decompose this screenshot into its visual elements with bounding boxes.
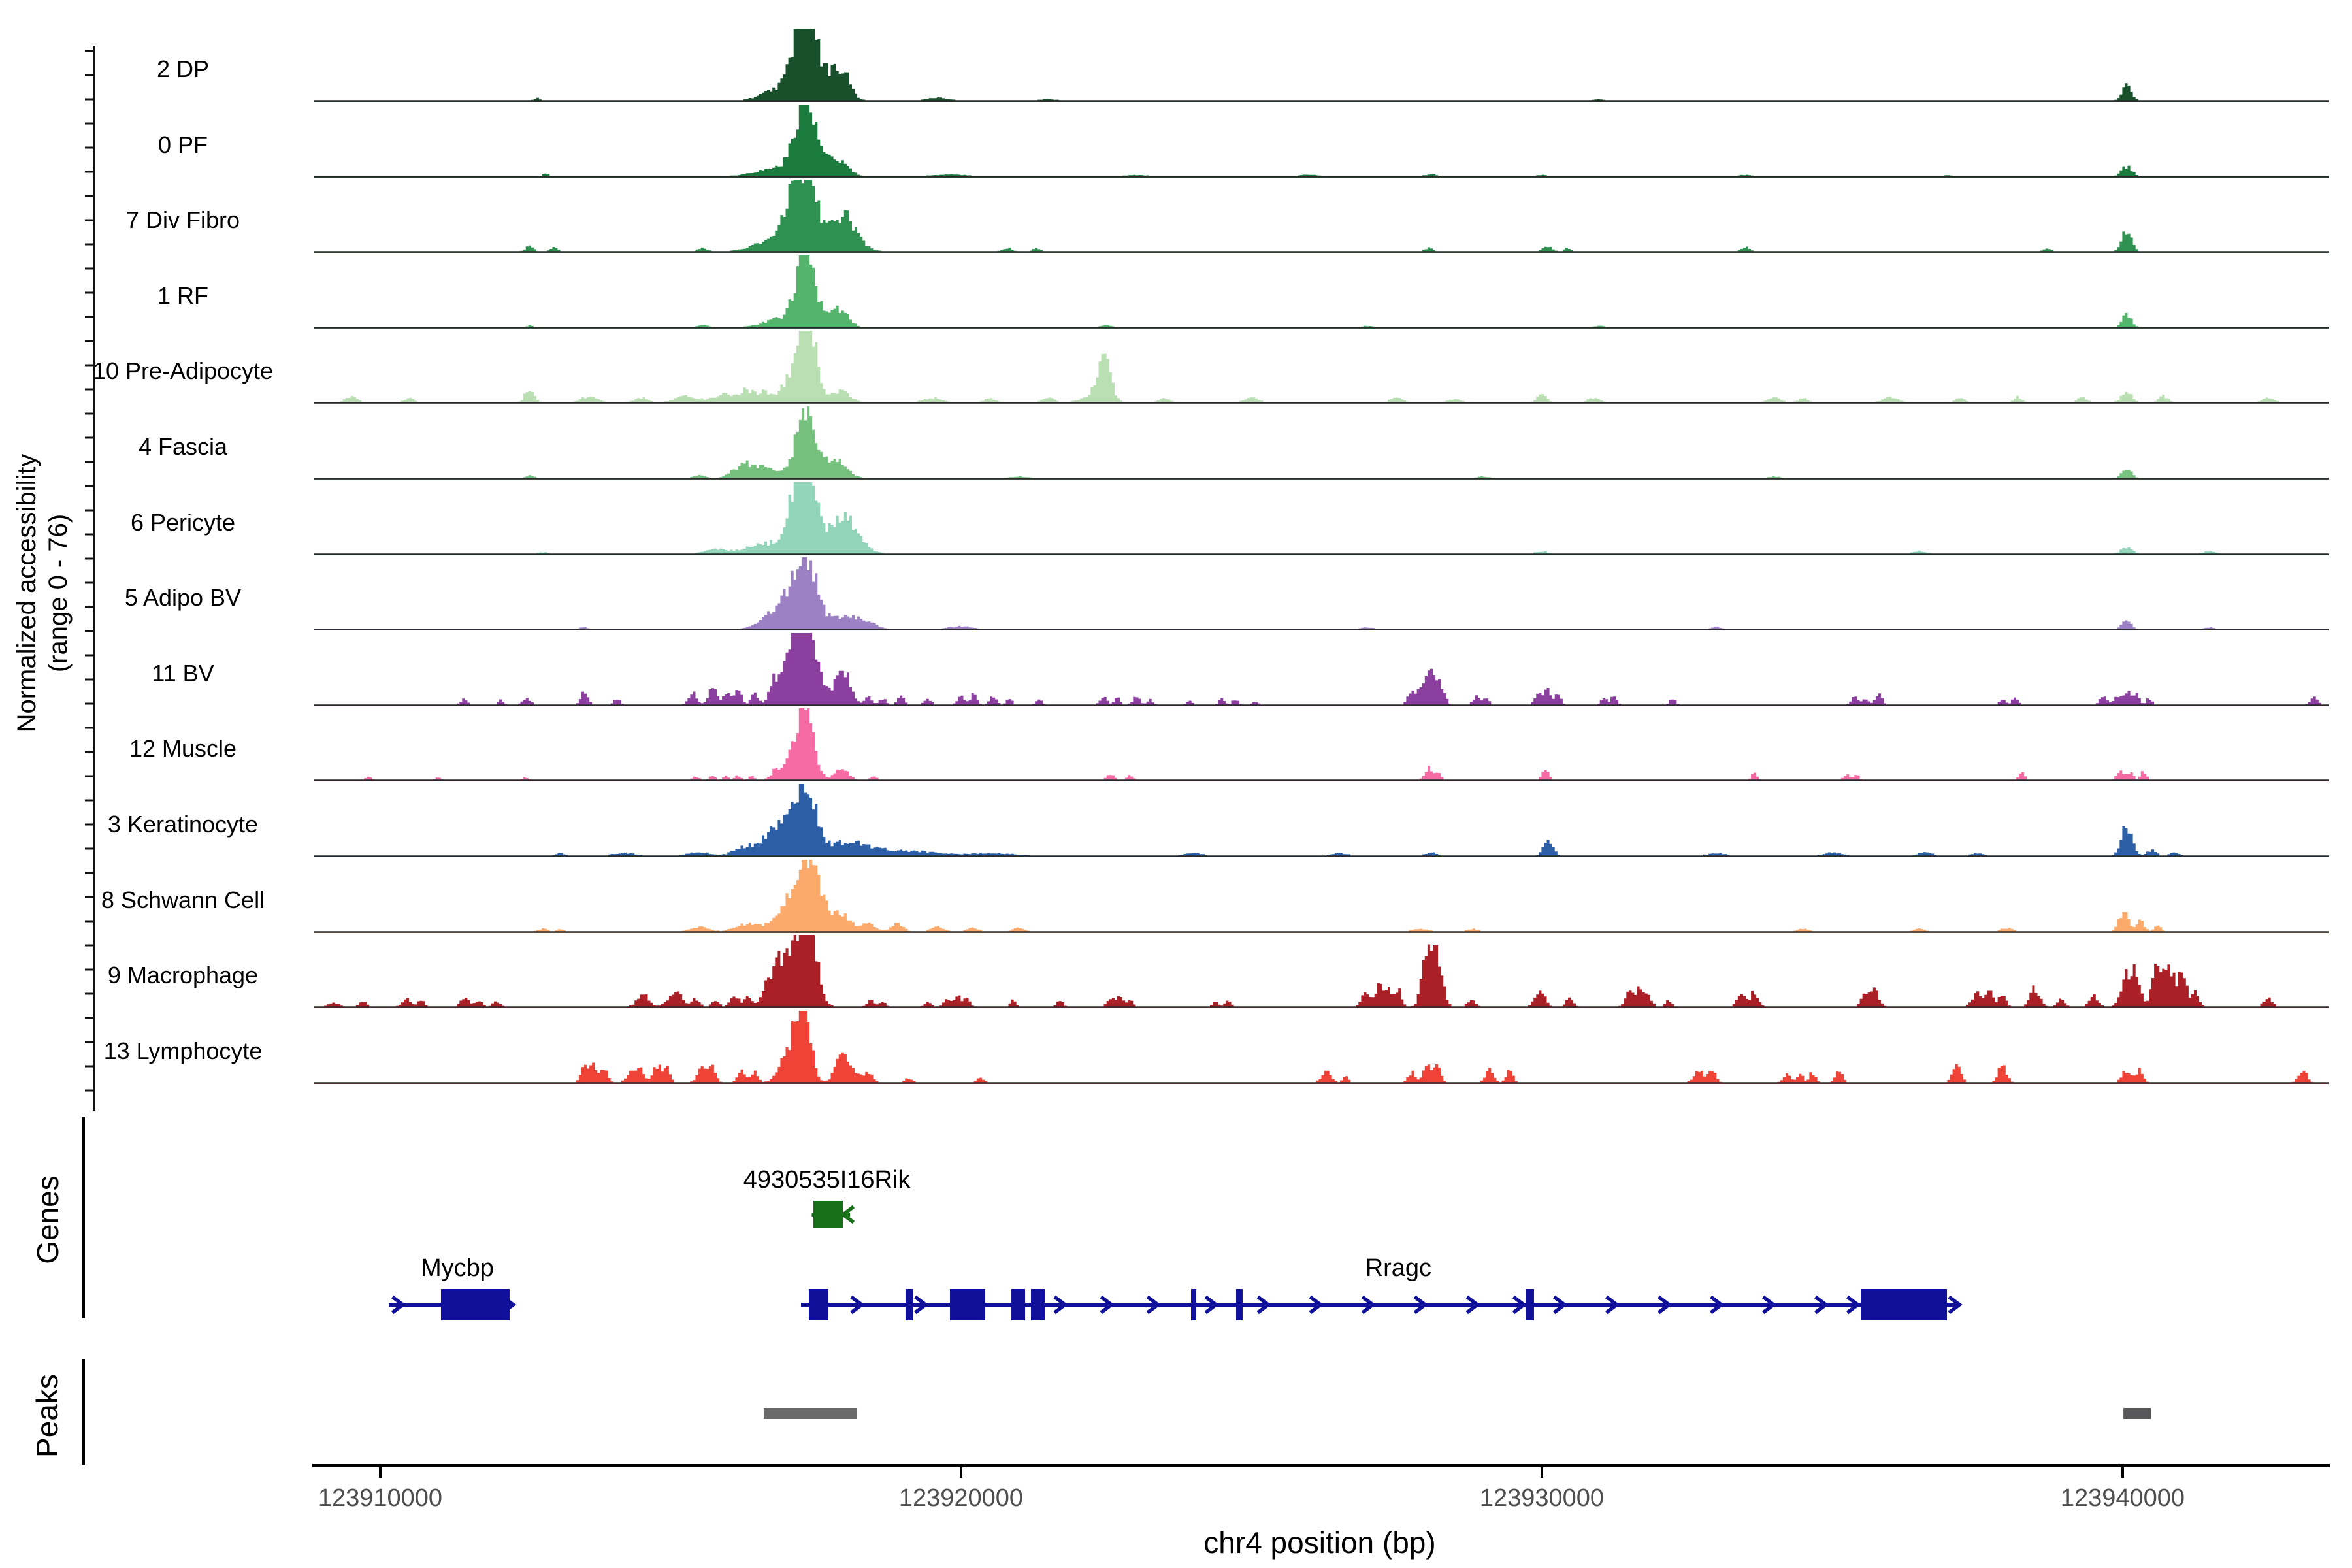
track-label: 7 Div Fibro — [65, 207, 301, 233]
track-label: 5 Adipo BV — [65, 585, 301, 611]
peak-regions — [314, 1398, 2329, 1435]
track-label: 6 Pericyte — [65, 510, 301, 536]
coverage-track — [314, 480, 2329, 555]
tracks-axis-ruler — [78, 39, 95, 1117]
track-label: 0 PF — [65, 132, 301, 158]
coverage-track — [314, 932, 2329, 1008]
track-label: 2 DP — [65, 56, 301, 82]
gene-exon — [1236, 1289, 1243, 1320]
x-axis-line — [312, 1464, 2330, 1467]
peak-region-bar — [764, 1408, 857, 1419]
track-label: 4 Fascia — [65, 434, 301, 460]
gene-exon — [813, 1201, 843, 1228]
genes-bracket — [82, 1117, 85, 1318]
x-axis-tick — [2121, 1467, 2124, 1478]
x-axis-tick — [379, 1467, 382, 1478]
y-axis-title-line1: Normalized accessibility — [11, 299, 42, 887]
gene-exon — [1526, 1289, 1534, 1320]
gene-exon — [809, 1289, 828, 1320]
coverage-track — [314, 177, 2329, 253]
track-label: 12 Muscle — [65, 736, 301, 762]
peak-region-bar — [2123, 1408, 2151, 1419]
gene-exon — [1011, 1289, 1025, 1320]
track-label: 9 Macrophage — [65, 962, 301, 988]
gene-exon — [1031, 1289, 1045, 1320]
coverage-track — [314, 253, 2329, 329]
gene-exon — [950, 1289, 985, 1320]
coverage-track — [314, 102, 2329, 178]
coverage-track — [314, 1008, 2329, 1084]
x-axis-tick-label: 123940000 — [2025, 1484, 2221, 1512]
genes-section-label: Genes — [30, 1148, 65, 1292]
coverage-track — [314, 630, 2329, 706]
x-axis-title: chr4 position (bp) — [1124, 1525, 1516, 1560]
coverage-track — [314, 328, 2329, 404]
gene-models: Mycbp 4930535I16Rik Rragc — [314, 1111, 2329, 1372]
x-axis-tick — [1541, 1467, 1543, 1478]
coverage-track — [314, 404, 2329, 480]
gene-name-label: Mycbp — [421, 1254, 494, 1282]
track-label: 11 BV — [65, 661, 301, 687]
gene-exon — [1861, 1289, 1947, 1320]
x-axis-tick-label: 123930000 — [1444, 1484, 1640, 1512]
track-label: 10 Pre-Adipocyte — [65, 358, 301, 384]
track-label: 8 Schwann Cell — [65, 887, 301, 913]
gene-exon — [441, 1289, 510, 1320]
peaks-bracket — [82, 1359, 85, 1465]
coverage-track — [314, 555, 2329, 630]
coverage-plot: Normalized accessibility (range 0 - 76) … — [0, 0, 2352, 1568]
coverage-track — [314, 781, 2329, 857]
gene-exon — [906, 1289, 913, 1320]
gene-name-label: 4930535I16Rik — [743, 1166, 911, 1194]
track-label: 3 Keratinocyte — [65, 811, 301, 838]
coverage-track — [314, 26, 2329, 102]
track-label: 1 RF — [65, 283, 301, 309]
gene-exon — [1191, 1289, 1196, 1320]
coverage-track — [314, 706, 2329, 781]
x-axis-tick — [960, 1467, 962, 1478]
coverage-track — [314, 857, 2329, 933]
track-label: 13 Lymphocyte — [65, 1038, 301, 1064]
y-axis-title: Normalized accessibility (range 0 - 76) — [11, 299, 74, 887]
x-axis-tick-label: 123910000 — [282, 1484, 478, 1512]
x-axis-tick-label: 123920000 — [863, 1484, 1059, 1512]
gene-name-label: Rragc — [1365, 1254, 1431, 1282]
peaks-section-label: Peaks — [29, 1344, 65, 1488]
